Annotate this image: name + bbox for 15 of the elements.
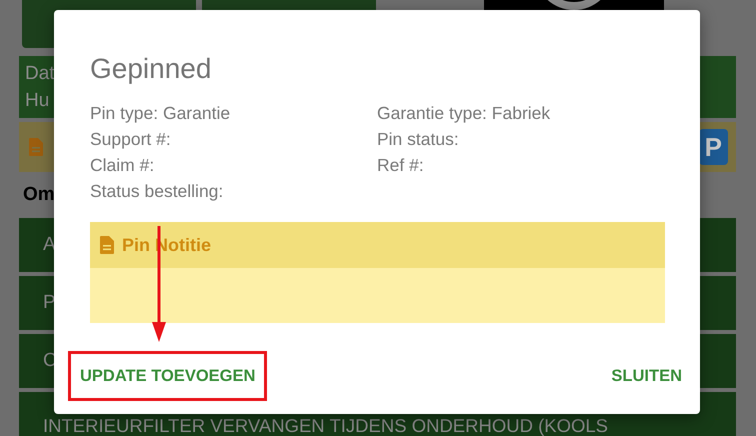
field-text: Status bestelling:: [90, 181, 224, 201]
dialog-title: Gepinned: [90, 52, 212, 86]
field-text: Claim #:: [90, 155, 154, 175]
info-text: Hu: [25, 89, 50, 113]
document-icon: [29, 135, 43, 159]
parking-badge: P: [698, 129, 728, 165]
info-text: Dat: [25, 62, 55, 86]
field-text: Ref #:: [377, 155, 424, 175]
highlighted-button[interactable]: UPDATE TOEVOEGEN: [68, 351, 268, 401]
field-text: Pin type: Garantie: [90, 103, 230, 123]
field-text: Support #:: [90, 129, 171, 149]
section-title: Om: [23, 182, 55, 207]
field-text: Garantie type: Fabriek: [377, 103, 550, 123]
field-text: Pin status:: [377, 129, 459, 149]
document-icon: [100, 236, 114, 254]
